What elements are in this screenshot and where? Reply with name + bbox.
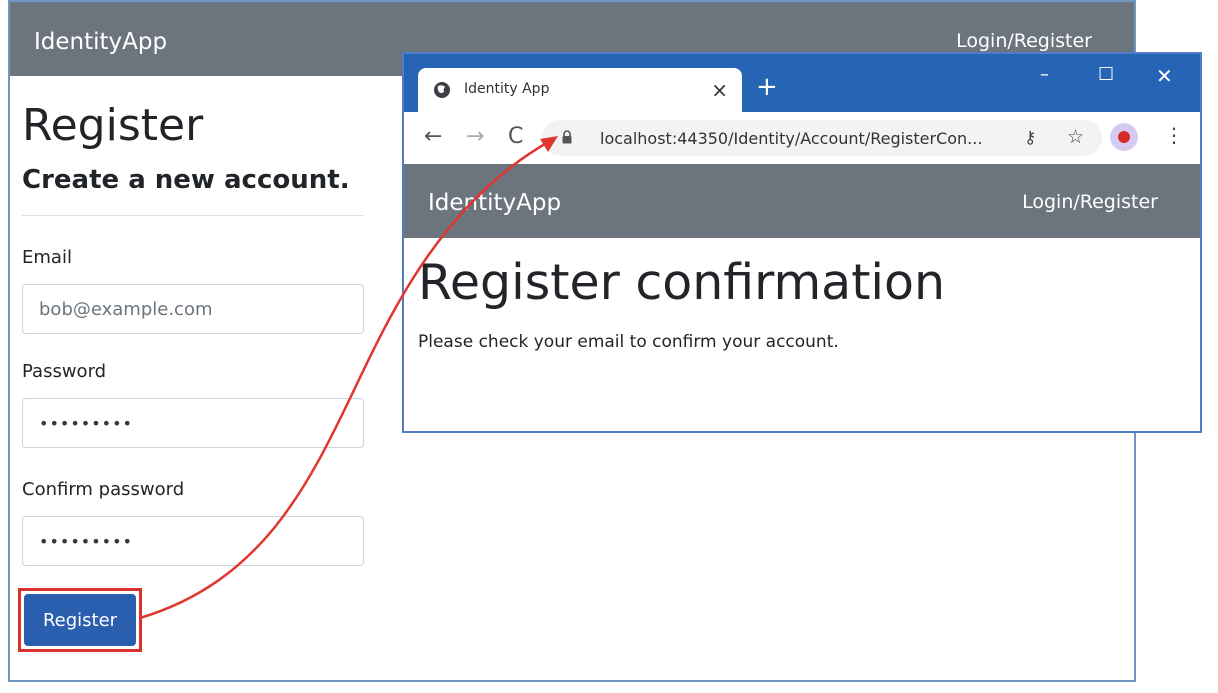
front-navbar: IdentityApp Login/Register xyxy=(404,164,1200,238)
star-icon[interactable]: ☆ xyxy=(1067,126,1084,148)
title-bar: Identity App × + – ☐ ✕ xyxy=(404,54,1200,112)
browser-tab[interactable]: Identity App × xyxy=(418,68,742,112)
register-button-highlight: Register xyxy=(18,588,142,652)
browser-toolbar: ← → C localhost:44350/Identity/Account/R… xyxy=(404,112,1200,165)
maximize-icon[interactable]: ☐ xyxy=(1098,64,1114,85)
key-icon[interactable]: ⚷ xyxy=(1024,128,1036,148)
confirmation-message: Please check your email to confirm your … xyxy=(418,332,839,352)
address-bar[interactable]: localhost:44350/Identity/Account/Registe… xyxy=(542,120,1102,156)
confirm-password-field[interactable]: ••••••••• xyxy=(22,516,364,566)
forward-arrow-icon[interactable]: → xyxy=(466,126,484,148)
front-brand-link[interactable]: IdentityApp xyxy=(428,190,561,216)
password-label: Password xyxy=(22,361,107,382)
back-arrow-icon[interactable]: ← xyxy=(424,126,442,148)
confirmation-title: Register confirmation xyxy=(418,254,946,311)
minimize-icon[interactable]: – xyxy=(1040,64,1049,85)
address-url[interactable]: localhost:44350/Identity/Account/Registe… xyxy=(600,129,982,148)
login-register-link[interactable]: Login/Register xyxy=(956,30,1092,52)
profile-avatar[interactable] xyxy=(1110,123,1138,151)
menu-icon[interactable]: ⋮ xyxy=(1164,125,1184,145)
tab-title: Identity App xyxy=(464,81,550,97)
front-login-register-link[interactable]: Login/Register xyxy=(1022,191,1158,213)
divider xyxy=(22,215,364,216)
page-title: Register xyxy=(22,100,204,151)
password-field[interactable]: ••••••••• xyxy=(22,398,364,448)
globe-icon xyxy=(434,82,450,98)
brand-link[interactable]: IdentityApp xyxy=(34,29,167,55)
register-button[interactable]: Register xyxy=(24,594,136,646)
reload-icon[interactable]: C xyxy=(508,126,523,148)
browser-window: Identity App × + – ☐ ✕ ← → C localhost:4… xyxy=(402,52,1202,433)
register-form: Register Create a new account. Email bob… xyxy=(22,98,364,566)
confirm-password-label: Confirm password xyxy=(22,479,185,500)
new-tab-button[interactable]: + xyxy=(756,74,778,100)
lock-icon xyxy=(562,130,572,144)
email-field[interactable]: bob@example.com xyxy=(22,284,364,334)
page-subtitle: Create a new account. xyxy=(22,165,350,195)
close-tab-icon[interactable]: × xyxy=(711,78,728,102)
close-window-icon[interactable]: ✕ xyxy=(1156,64,1173,88)
email-label: Email xyxy=(22,247,72,268)
